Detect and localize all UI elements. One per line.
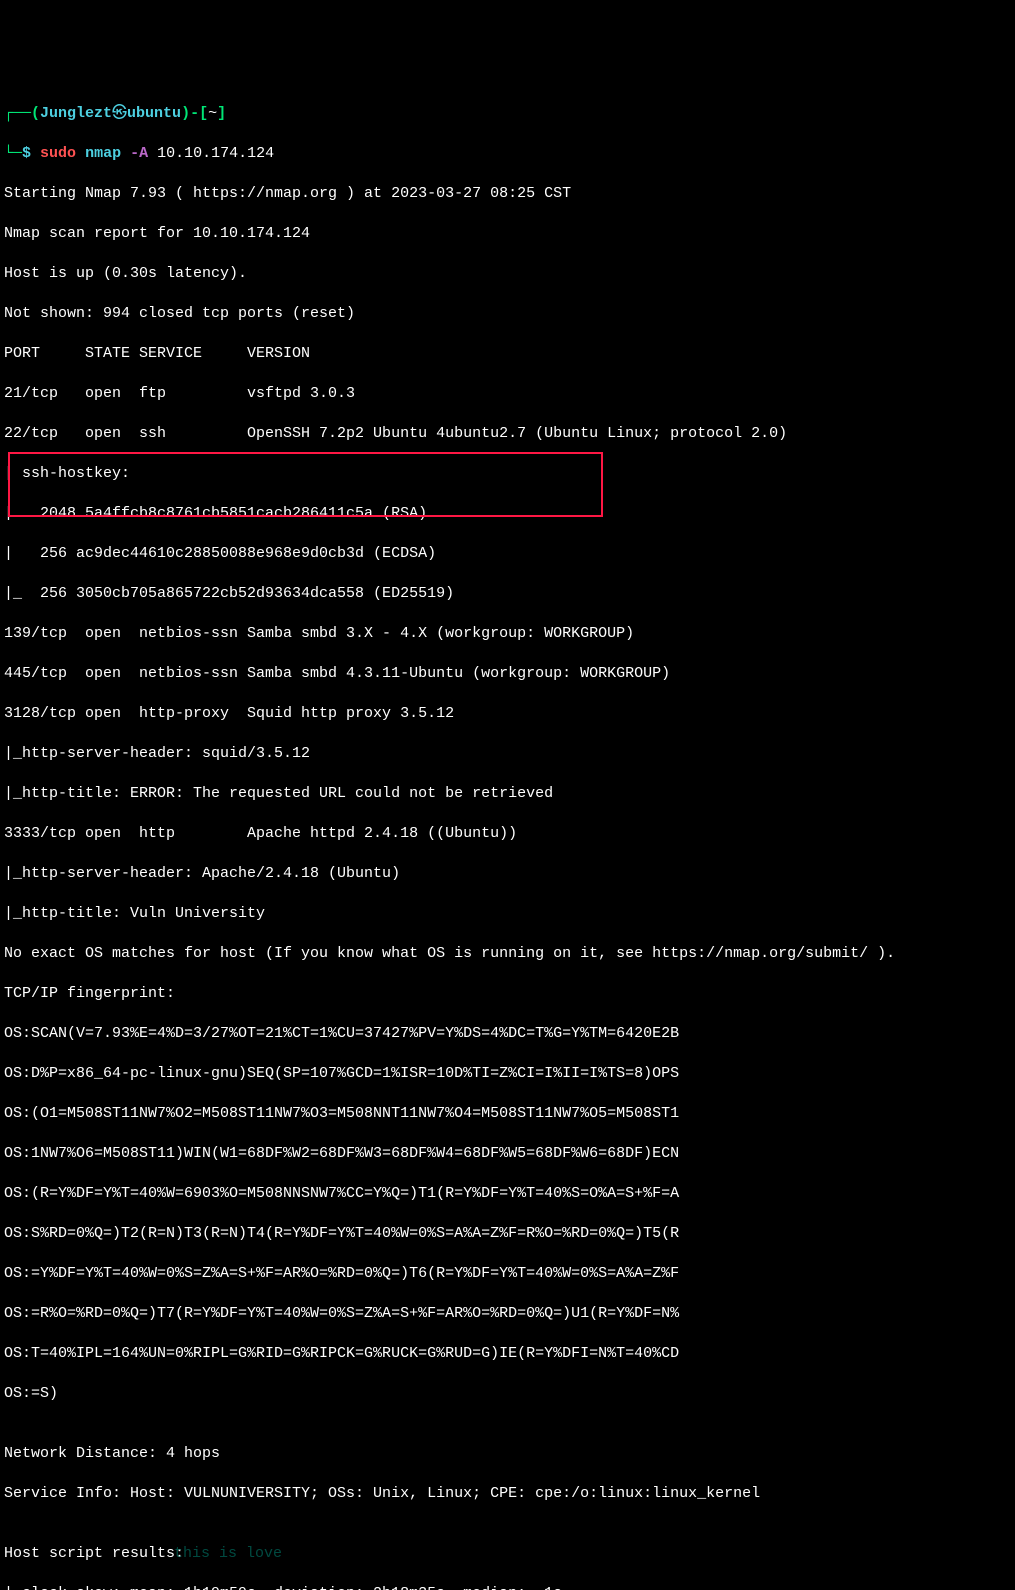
prompt-box-bottom: └─ — [4, 145, 22, 162]
output-line: OS:S%RD=0%Q=)T2(R=N)T3(R=N)T4(R=Y%DF=Y%T… — [4, 1224, 1011, 1244]
prompt-dollar: $ — [22, 145, 31, 162]
output-line: |_http-server-header: squid/3.5.12 — [4, 744, 1011, 764]
output-line: OS:(R=Y%DF=Y%T=40%W=6903%O=M508NNSNW7%CC… — [4, 1184, 1011, 1204]
output-line: PORT STATE SERVICE VERSION — [4, 344, 1011, 364]
output-line: |_clock-skew: mean: 1h19m59s, deviation:… — [4, 1584, 1011, 1590]
output-line: 3128/tcp open http-proxy Squid http prox… — [4, 704, 1011, 724]
output-line: 21/tcp open ftp vsftpd 3.0.3 — [4, 384, 1011, 404]
prompt-user: Junglezt — [40, 105, 112, 122]
output-line: 139/tcp open netbios-ssn Samba smbd 3.X … — [4, 624, 1011, 644]
output-line: TCP/IP fingerprint: — [4, 984, 1011, 1004]
output-line-highlighted: |_http-title: Vuln University — [4, 904, 1011, 924]
output-line: 22/tcp open ssh OpenSSH 7.2p2 Ubuntu 4ub… — [4, 424, 1011, 444]
output-line: OS:T=40%IPL=164%UN=0%RIPL=G%RID=G%RIPCK=… — [4, 1344, 1011, 1364]
output-line: Host script results:this is love — [4, 1544, 1011, 1564]
output-line: OS:(O1=M508ST11NW7%O2=M508ST11NW7%O3=M50… — [4, 1104, 1011, 1124]
output-line: Network Distance: 4 hops — [4, 1444, 1011, 1464]
nmap-target: 10.10.174.124 — [157, 145, 274, 162]
output-line: OS:=R%O=%RD=0%Q=)T7(R=Y%DF=Y%T=40%W=0%S=… — [4, 1304, 1011, 1324]
output-line: Starting Nmap 7.93 ( https://nmap.org ) … — [4, 184, 1011, 204]
nmap-flag: -A — [130, 145, 148, 162]
prompt-box-open: ┌──( — [4, 105, 40, 122]
at-icon: ㉿ — [112, 105, 127, 122]
output-line: Nmap scan report for 10.10.174.124 — [4, 224, 1011, 244]
output-line-highlighted: 3333/tcp open http Apache httpd 2.4.18 (… — [4, 824, 1011, 844]
nmap-cmd: nmap — [85, 145, 121, 162]
prompt-path-close: ] — [217, 105, 226, 122]
output-line: | ssh-hostkey: — [4, 464, 1011, 484]
watermark-text: this is love — [174, 1544, 282, 1564]
prompt-host: ubuntu — [127, 105, 181, 122]
output-line: OS:=Y%DF=Y%T=40%W=0%S=Z%A=S+%F=AR%O=%RD=… — [4, 1264, 1011, 1284]
output-line: | 2048 5a4ffcb8c8761cb5851cacb286411c5a … — [4, 504, 1011, 524]
output-line: No exact OS matches for host (If you kno… — [4, 944, 1011, 964]
output-line: OS:=S) — [4, 1384, 1011, 1404]
prompt-path: ~ — [208, 105, 217, 122]
output-line: Host is up (0.30s latency). — [4, 264, 1011, 284]
prompt-line-1: ┌──(Junglezt㉿ubuntu)-[~] — [4, 104, 1011, 124]
sudo-cmd: sudo — [40, 145, 76, 162]
output-line: OS:1NW7%O6=M508ST11)WIN(W1=68DF%W2=68DF%… — [4, 1144, 1011, 1164]
output-line: OS:D%P=x86_64-pc-linux-gnu)SEQ(SP=107%GC… — [4, 1064, 1011, 1084]
output-line: 445/tcp open netbios-ssn Samba smbd 4.3.… — [4, 664, 1011, 684]
output-line: |_ 256 3050cb705a865722cb52d93634dca558 … — [4, 584, 1011, 604]
output-line: Service Info: Host: VULNUNIVERSITY; OSs:… — [4, 1484, 1011, 1504]
terminal-window[interactable]: ┌──(Junglezt㉿ubuntu)-[~] └─$ sudo nmap -… — [4, 84, 1011, 1590]
output-line-highlighted: |_http-server-header: Apache/2.4.18 (Ubu… — [4, 864, 1011, 884]
output-line: OS:SCAN(V=7.93%E=4%D=3/27%OT=21%CT=1%CU=… — [4, 1024, 1011, 1044]
output-line: | 256 ac9dec44610c28850088e968e9d0cb3d (… — [4, 544, 1011, 564]
prompt-box-close: )-[ — [181, 105, 208, 122]
output-line: Not shown: 994 closed tcp ports (reset) — [4, 304, 1011, 324]
output-line: |_http-title: ERROR: The requested URL c… — [4, 784, 1011, 804]
prompt-line-2: └─$ sudo nmap -A 10.10.174.124 — [4, 144, 1011, 164]
